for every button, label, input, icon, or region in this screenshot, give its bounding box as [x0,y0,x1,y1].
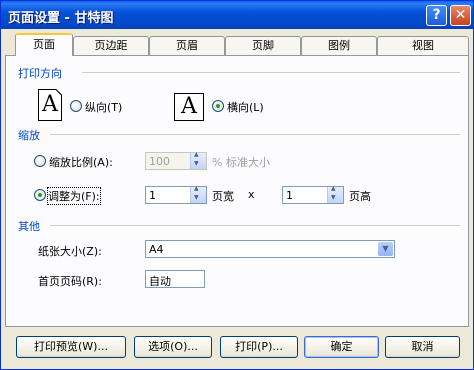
tab-strip: 页面 页边距 页眉 页脚 图例 视图 [1,33,474,56]
portrait-page-icon: A [38,89,62,121]
tab-header[interactable]: 页眉 [149,36,225,55]
adjust-to-label[interactable]: 缩放比例(A): [49,154,113,170]
portrait-label[interactable]: 纵向(T) [85,99,122,115]
adjust-to-radio[interactable] [34,155,46,167]
print-button[interactable]: 打印(P)... [220,336,298,358]
landscape-page-icon: A [174,93,204,121]
landscape-label[interactable]: 横向(L) [227,99,264,115]
other-section-label: 其他 [18,220,40,233]
print-preview-button[interactable]: 打印预览(W)... [16,336,126,358]
first-page-number-label: 首页页码(R): [38,275,102,288]
pages-tall-spinner[interactable]: 1 [282,185,344,204]
window-title: 页面设置 - 甘特图 [8,11,114,26]
portrait-radio[interactable] [70,100,82,112]
first-page-number-value: 自动 [149,275,171,288]
pages-wide-label: 页宽 [212,190,234,203]
orientation-section-label: 打印方向 [18,67,62,80]
page-setup-dialog: 页面设置 - 甘特图 ? ✕ 页面 页边距 页眉 页脚 图例 视图 打印方向 A… [0,0,474,370]
section-divider [50,225,460,226]
first-page-number-field[interactable]: 自动 [145,270,205,288]
paper-size-value: A4 [149,243,164,256]
help-button[interactable]: ? [426,5,447,26]
adjust-to-value: 100 [149,155,170,168]
spinner-arrows-icon[interactable] [190,185,206,203]
pages-wide-spinner[interactable]: 1 [145,185,207,204]
by-label: x [248,188,255,201]
tab-panel-page: 打印方向 A 纵向(T) A 横向(L) 缩放 缩放比例(A): 100 % 标… [5,55,469,327]
tab-margins[interactable]: 页边距 [73,36,149,55]
spinner-arrows-icon [190,151,206,169]
landscape-radio[interactable] [212,100,224,112]
tab-footer[interactable]: 页脚 [225,36,301,55]
close-button[interactable]: ✕ [450,5,471,26]
pages-wide-value: 1 [149,189,156,202]
ok-button[interactable]: 确定 [304,336,379,358]
scaling-section-label: 缩放 [18,129,40,142]
paper-size-label: 纸张大小(Z): [38,245,102,258]
adjust-to-spinner: 100 [145,151,207,170]
tab-page[interactable]: 页面 [15,33,73,56]
cancel-button[interactable]: 取消 [385,336,460,358]
section-divider [50,134,460,135]
chevron-down-icon[interactable]: ▼ [378,242,393,256]
section-divider [82,72,460,73]
tab-legend[interactable]: 图例 [301,36,377,55]
spinner-arrows-icon[interactable] [327,185,343,203]
adjust-to-suffix: % 标准大小 [212,156,270,169]
tab-view[interactable]: 视图 [377,36,469,55]
paper-size-select[interactable]: A4 ▼ [145,240,395,258]
title-bar[interactable]: 页面设置 - 甘特图 ? ✕ [1,1,473,29]
pages-tall-value: 1 [286,189,293,202]
pages-tall-label: 页高 [349,190,371,203]
fit-to-radio[interactable] [34,189,46,201]
options-button[interactable]: 选项(O)... [134,336,212,358]
fit-to-label[interactable]: 调整为(F): [47,187,101,205]
